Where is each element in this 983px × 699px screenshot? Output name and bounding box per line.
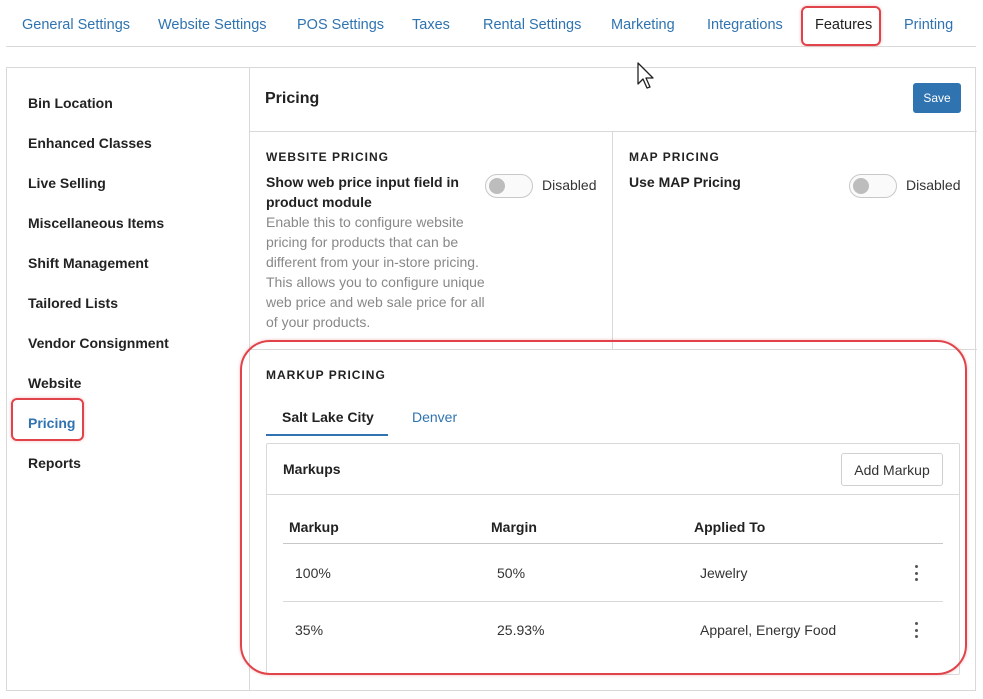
mouse-cursor-icon [637, 62, 654, 89]
map-pricing-toggle[interactable] [849, 174, 897, 198]
sidebar-item-live-selling[interactable]: Live Selling [28, 175, 106, 191]
sidebar-item-shift-management[interactable]: Shift Management [28, 255, 149, 271]
tab-website-settings[interactable]: Website Settings [158, 17, 267, 33]
sidebar-item-enhanced-classes[interactable]: Enhanced Classes [28, 135, 152, 151]
divider [250, 131, 977, 132]
tab-integrations[interactable]: Integrations [707, 17, 783, 33]
tab-printing[interactable]: Printing [904, 17, 953, 33]
save-button[interactable]: Save [913, 83, 961, 113]
web-price-field-label: Show web price input field in product mo… [266, 174, 459, 210]
tab-pos-settings[interactable]: POS Settings [297, 17, 384, 33]
sidebar-item-vendor-consignment[interactable]: Vendor Consignment [28, 335, 169, 351]
sidebar-item-reports[interactable]: Reports [28, 455, 81, 471]
tab-general-settings[interactable]: General Settings [22, 17, 130, 33]
map-pricing-toggle-label: Disabled [906, 177, 961, 193]
divider [612, 131, 613, 349]
pricing-sidebar-highlight [11, 398, 84, 441]
sidebar-item-website[interactable]: Website [28, 375, 81, 391]
sidebar-item-bin-location[interactable]: Bin Location [28, 95, 113, 111]
tab-taxes[interactable]: Taxes [412, 17, 450, 33]
web-price-description: Enable this to configure website pricing… [266, 214, 485, 330]
markup-pricing-highlight [240, 340, 967, 675]
web-price-toggle-label: Disabled [542, 177, 597, 193]
features-tab-highlight [801, 6, 881, 46]
map-pricing-field-label: Use MAP Pricing [629, 174, 741, 190]
map-pricing-heading: MAP PRICING [629, 150, 720, 164]
web-price-toggle[interactable] [485, 174, 533, 198]
page-title: Pricing [265, 90, 320, 107]
tab-rental-settings[interactable]: Rental Settings [483, 17, 581, 33]
website-pricing-heading: WEBSITE PRICING [266, 150, 390, 164]
tab-marketing[interactable]: Marketing [611, 17, 675, 33]
sidebar-item-miscellaneous-items[interactable]: Miscellaneous Items [28, 215, 164, 231]
toggle-knob [853, 178, 869, 194]
sidebar-item-tailored-lists[interactable]: Tailored Lists [28, 295, 118, 311]
toggle-knob [489, 178, 505, 194]
